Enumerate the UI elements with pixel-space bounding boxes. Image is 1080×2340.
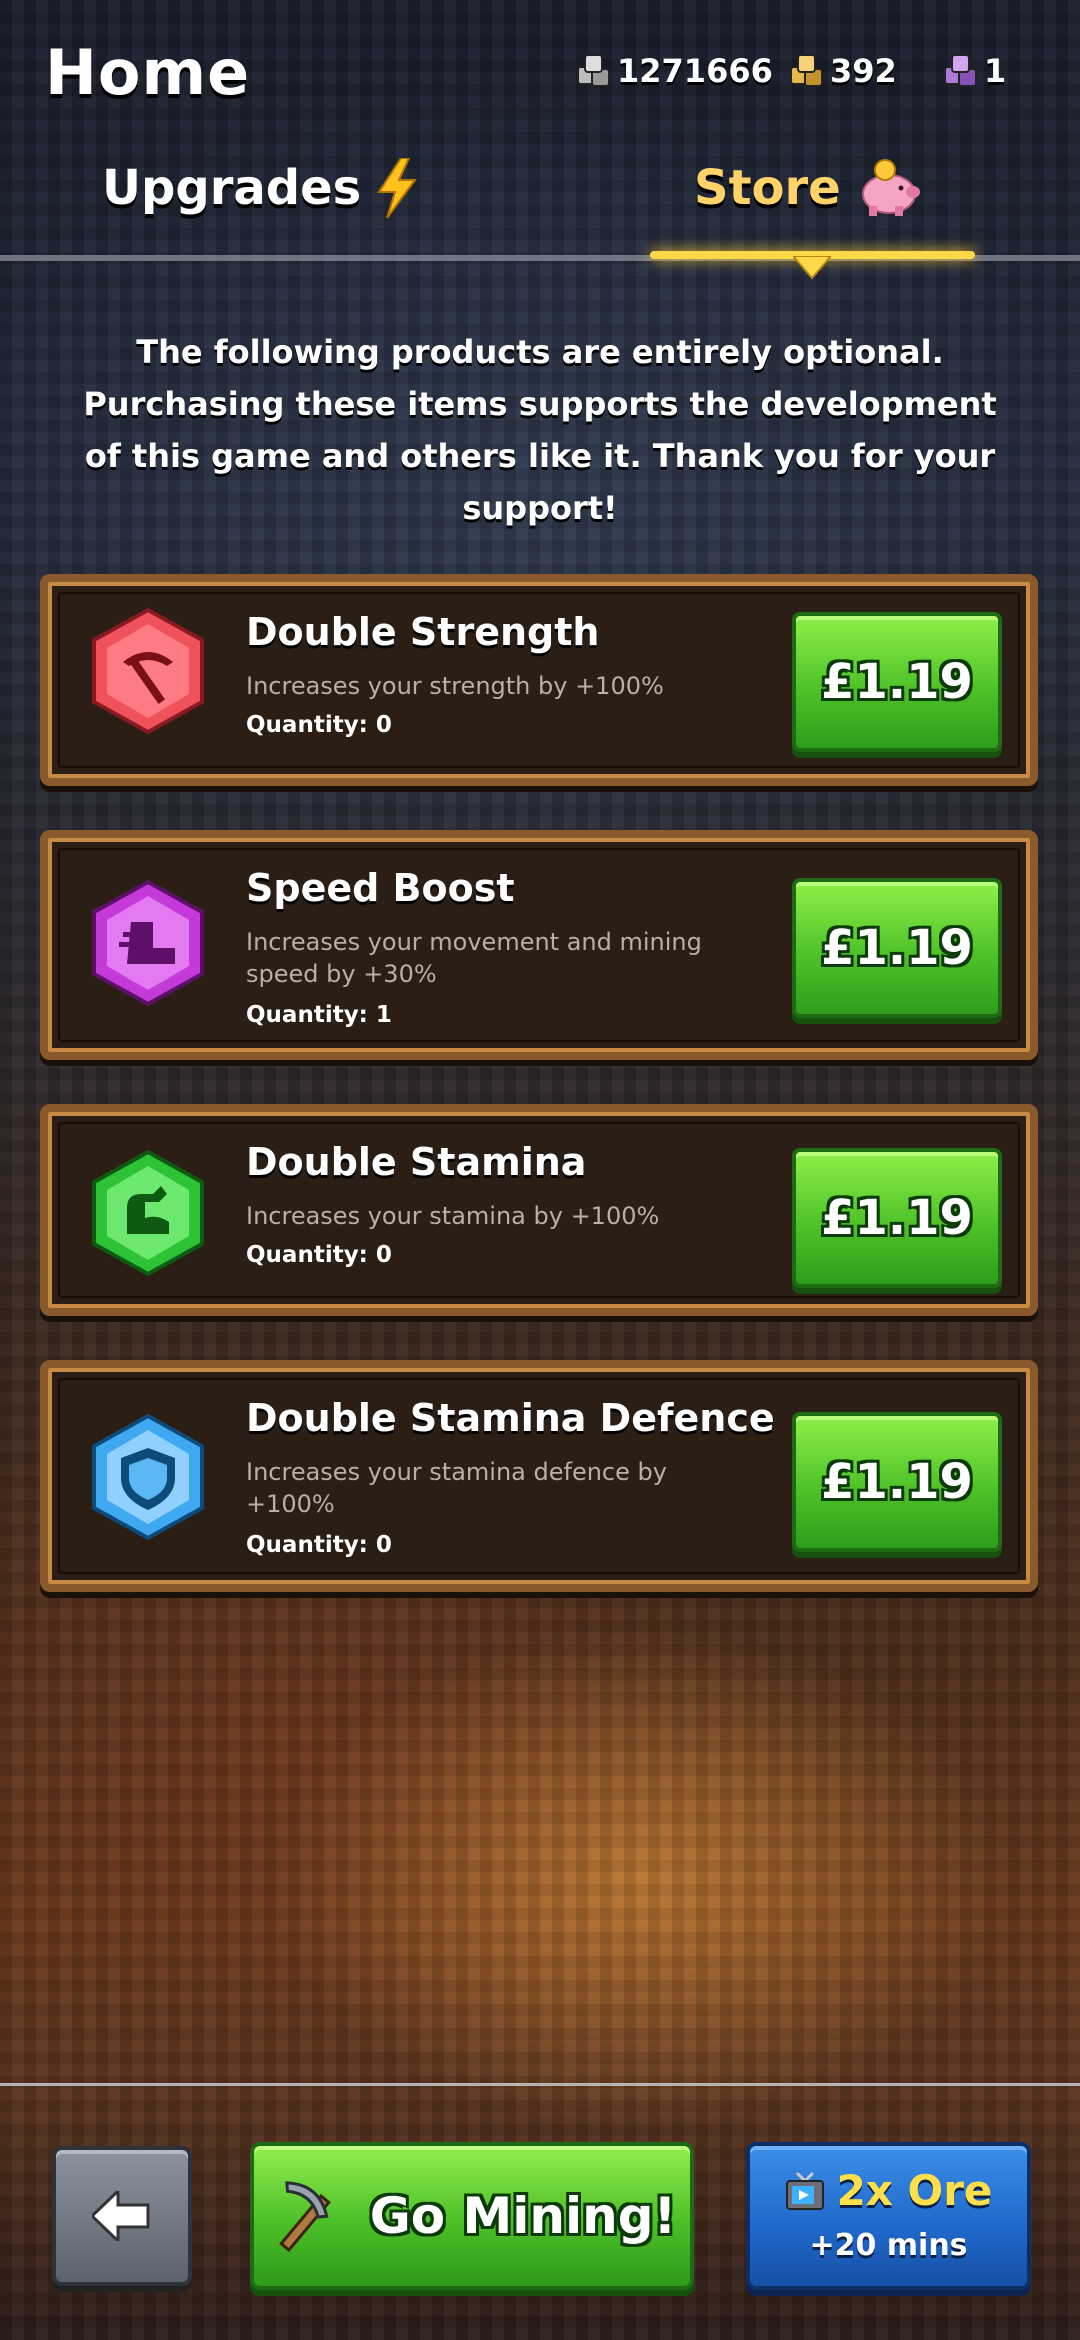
currency-purple: 1 <box>942 52 1006 90</box>
shield-gem-icon <box>92 1413 204 1541</box>
product-card-double-stamina: Double Stamina Increases your stamina by… <box>40 1104 1038 1316</box>
piggy-bank-icon <box>861 159 920 216</box>
buy-speed-boost-button[interactable]: £1.19 <box>792 878 1002 1018</box>
bottom-divider <box>0 2083 1080 2086</box>
currency-silver-value: 1271666 <box>617 52 773 90</box>
boot-gem-icon <box>92 879 204 1007</box>
purple-ore-icon <box>942 54 977 88</box>
page-title: Home <box>45 36 251 109</box>
go-mining-label: Go Mining! <box>369 2187 677 2245</box>
product-quantity: Quantity: 0 <box>246 712 392 738</box>
product-card-double-stamina-defence: Double Stamina Defence Increases your st… <box>40 1360 1038 1592</box>
product-card-double-strength: Double Strength Increases your strength … <box>40 574 1038 786</box>
product-name: Double Stamina <box>246 1140 587 1184</box>
tab-store-label: Store <box>694 160 841 216</box>
tab-upgrades-label: Upgrades <box>102 160 362 216</box>
buy-double-stamina-defence-button[interactable]: £1.19 <box>792 1412 1002 1552</box>
go-mining-button[interactable]: Go Mining! <box>250 2142 694 2290</box>
back-button[interactable] <box>52 2146 192 2286</box>
silver-ore-icon <box>575 54 610 88</box>
gold-ore-icon <box>788 54 823 88</box>
product-quantity: Quantity: 0 <box>246 1532 392 1558</box>
chevron-down-icon <box>793 256 831 280</box>
product-name: Speed Boost <box>246 866 515 910</box>
tv-icon <box>785 2171 824 2210</box>
currency-gold-value: 392 <box>830 52 897 90</box>
product-description: Increases your stamina defence by +100% <box>246 1458 667 1518</box>
product-description: Increases your strength by +100% <box>246 672 664 700</box>
buy-double-stamina-button[interactable]: £1.19 <box>792 1148 1002 1288</box>
buy-double-strength-button[interactable]: £1.19 <box>792 612 1002 752</box>
store-notice: The following products are entirely opti… <box>83 333 997 527</box>
currency-gold: 392 <box>788 52 897 90</box>
lightning-icon <box>377 158 418 218</box>
arrow-left-icon <box>92 2191 150 2241</box>
tab-store[interactable]: Store <box>694 158 921 218</box>
product-quantity: Quantity: 0 <box>246 1242 392 1268</box>
product-description: Increases your movement and mining speed… <box>246 928 702 988</box>
product-name: Double Strength <box>246 610 600 654</box>
tab-upgrades[interactable]: Upgrades <box>102 158 419 218</box>
double-ore-ad-button[interactable]: 2x Ore +20 mins <box>746 2142 1031 2290</box>
double-ore-title: 2x Ore <box>836 2166 993 2215</box>
product-quantity: Quantity: 1 <box>246 1002 392 1028</box>
product-name: Double Stamina Defence <box>246 1396 775 1440</box>
product-card-speed-boost: Speed Boost Increases your movement and … <box>40 830 1038 1060</box>
pickaxe-gem-icon <box>92 607 204 735</box>
currency-purple-value: 1 <box>984 52 1007 90</box>
currency-silver: 1271666 <box>575 52 773 90</box>
arm-gem-icon <box>92 1149 204 1277</box>
product-description: Increases your stamina by +100% <box>246 1202 660 1230</box>
pickaxe-icon <box>278 2181 331 2253</box>
double-ore-duration: +20 mins <box>809 2228 968 2263</box>
